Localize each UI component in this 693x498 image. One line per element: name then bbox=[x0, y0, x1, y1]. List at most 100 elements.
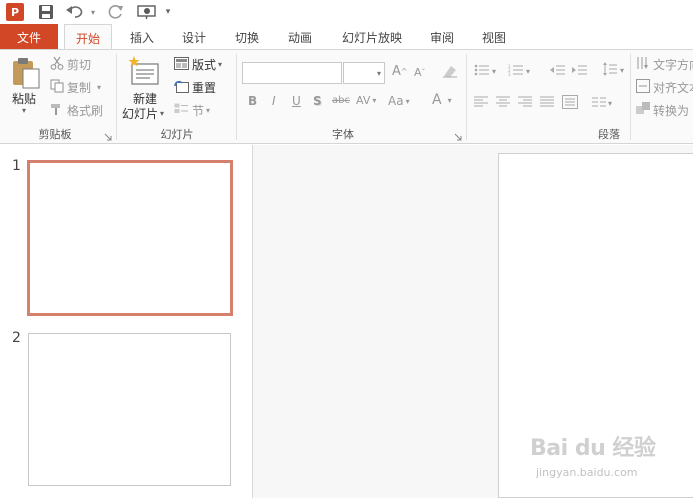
text-direction-label: 文字方向 bbox=[653, 58, 693, 72]
tab-insert[interactable]: 插入 bbox=[122, 24, 162, 50]
columns-button[interactable]: ▾ bbox=[592, 96, 612, 111]
cut-button[interactable]: 剪切 bbox=[50, 56, 91, 73]
watermark-logo: Bai du 经验 bbox=[530, 436, 656, 461]
numbering-button[interactable]: 123 ▾ bbox=[508, 64, 530, 79]
align-text-button[interactable]: 对齐文本 bbox=[636, 79, 693, 96]
slides-group-label: 幻灯片 bbox=[160, 128, 194, 141]
increase-indent-icon[interactable] bbox=[572, 64, 588, 76]
paste-dropdown-icon[interactable]: ▾ bbox=[22, 106, 26, 115]
shrink-font-button[interactable]: Aˇ bbox=[414, 66, 426, 79]
reset-button[interactable]: 重置 bbox=[174, 79, 216, 96]
layout-label: 版式 bbox=[192, 58, 217, 72]
shadow-button[interactable]: S bbox=[313, 94, 322, 108]
baidu-jingyan-watermark: Bai du 经验 jingyan.baidu.com bbox=[530, 430, 690, 490]
bullets-button[interactable]: ▾ bbox=[474, 64, 496, 79]
clipboard-launcher-icon[interactable] bbox=[104, 130, 112, 141]
undo-dropdown-icon[interactable]: ▾ bbox=[88, 2, 98, 22]
clipboard-group-label: 剪贴板 bbox=[38, 128, 72, 141]
slide-thumbnail-2[interactable] bbox=[28, 333, 231, 486]
tab-design[interactable]: 设计 bbox=[176, 24, 212, 50]
char-spacing-dropdown-icon: ▾ bbox=[372, 96, 377, 105]
smartart-icon bbox=[636, 102, 650, 119]
clear-formatting-icon[interactable] bbox=[442, 64, 458, 78]
italic-button[interactable]: I bbox=[272, 94, 276, 108]
tab-file[interactable]: 文件 bbox=[0, 24, 58, 50]
change-case-dropdown-icon: ▾ bbox=[405, 96, 410, 106]
shrink-font-caret-icon: ˇ bbox=[421, 68, 426, 77]
line-spacing-button[interactable]: ▾ bbox=[602, 62, 624, 79]
redo-icon[interactable] bbox=[106, 2, 126, 22]
font-size-dropdown-icon: ▾ bbox=[376, 68, 381, 78]
new-slide-button[interactable]: 幻灯片 ▾ bbox=[122, 105, 164, 122]
paste-icon[interactable] bbox=[10, 56, 42, 90]
align-left-icon[interactable] bbox=[474, 96, 488, 108]
justify-icon[interactable] bbox=[540, 96, 554, 108]
copy-icon bbox=[50, 79, 64, 96]
tab-transitions[interactable]: 切换 bbox=[228, 24, 266, 50]
paste-button[interactable]: 粘贴 bbox=[12, 90, 36, 107]
font-name-combo[interactable] bbox=[242, 62, 342, 84]
reset-label: 重置 bbox=[192, 81, 217, 95]
underline-button[interactable]: U bbox=[292, 94, 301, 108]
font-launcher-icon[interactable] bbox=[454, 130, 462, 141]
slide-number: 1 bbox=[12, 158, 21, 174]
paragraph-group-label: 段落 bbox=[598, 128, 620, 141]
reset-icon bbox=[174, 80, 189, 96]
new-slide-dropdown-icon: ▾ bbox=[160, 109, 165, 118]
line-spacing-dropdown-icon: ▾ bbox=[620, 66, 625, 75]
change-case-label: Aa bbox=[388, 94, 404, 108]
char-spacing-label: AV bbox=[356, 94, 371, 107]
cut-label: 剪切 bbox=[67, 58, 92, 72]
char-spacing-button[interactable]: AV ▾ bbox=[356, 94, 376, 107]
copy-dropdown-icon[interactable]: ▾ bbox=[97, 83, 101, 92]
copy-label: 复制 bbox=[67, 81, 92, 95]
copy-button[interactable]: 复制 ▾ bbox=[50, 79, 101, 96]
align-center-icon[interactable] bbox=[496, 96, 510, 108]
font-color-dropdown-icon: ▾ bbox=[447, 95, 452, 105]
quick-access-toolbar: P ▾ ▾ bbox=[0, 0, 693, 24]
format-painter-button[interactable]: 格式刷 bbox=[50, 102, 103, 119]
align-right-icon[interactable] bbox=[518, 96, 532, 108]
numbering-icon: 123 bbox=[508, 64, 524, 79]
text-direction-button[interactable]: 文字方向 bbox=[636, 56, 693, 73]
convert-smartart-label: 转换为 bbox=[653, 104, 690, 118]
font-size-combo[interactable]: ▾ bbox=[343, 62, 385, 84]
tab-slideshow[interactable]: 幻灯片放映 bbox=[336, 24, 408, 50]
customize-qat-icon[interactable]: ▾ bbox=[162, 2, 174, 22]
tab-home[interactable]: 开始 bbox=[64, 24, 112, 51]
grow-font-caret-icon: ^ bbox=[400, 67, 408, 76]
columns-icon bbox=[592, 96, 606, 111]
powerpoint-logo-icon[interactable]: P bbox=[6, 3, 24, 21]
tab-view[interactable]: 视图 bbox=[476, 24, 512, 50]
font-color-button[interactable]: A ▾ bbox=[432, 92, 452, 108]
layout-dropdown-icon: ▾ bbox=[218, 60, 223, 69]
section-button[interactable]: 节 ▾ bbox=[174, 102, 210, 119]
strikethrough-button[interactable]: abc bbox=[332, 95, 350, 106]
bullets-icon bbox=[474, 64, 490, 79]
font-group-label: 字体 bbox=[332, 128, 354, 141]
slide-thumbnail-1[interactable] bbox=[27, 160, 233, 316]
group-divider bbox=[116, 54, 117, 140]
decrease-indent-icon[interactable] bbox=[550, 64, 566, 76]
ribbon: 粘贴 ▾ 剪切 复制 ▾ 格式刷 剪贴板 新建 幻灯片 ▾ 版式 ▾ 重置 节 … bbox=[0, 50, 693, 144]
format-painter-label: 格式刷 bbox=[67, 104, 104, 118]
undo-icon[interactable] bbox=[64, 2, 86, 22]
distributed-icon[interactable] bbox=[562, 95, 578, 109]
group-divider bbox=[630, 54, 631, 140]
ribbon-tabs: 文件 开始 插入 设计 切换 动画 幻灯片放映 审阅 视图 bbox=[0, 24, 693, 51]
change-case-button[interactable]: Aa ▾ bbox=[388, 94, 410, 108]
tab-animations[interactable]: 动画 bbox=[282, 24, 318, 50]
group-divider bbox=[466, 54, 467, 140]
numbering-dropdown-icon: ▾ bbox=[526, 67, 531, 76]
grow-font-button[interactable]: A ^ bbox=[392, 64, 408, 79]
group-divider bbox=[236, 54, 237, 140]
align-text-label: 对齐文本 bbox=[653, 81, 693, 95]
convert-smartart-button[interactable]: 转换为 bbox=[636, 102, 689, 119]
bold-button[interactable]: B bbox=[248, 94, 257, 108]
start-from-beginning-icon[interactable] bbox=[136, 2, 158, 22]
tab-review[interactable]: 审阅 bbox=[424, 24, 460, 50]
save-icon[interactable] bbox=[36, 2, 56, 22]
new-slide-icon[interactable] bbox=[128, 56, 160, 86]
layout-button[interactable]: 版式 ▾ bbox=[174, 56, 222, 73]
columns-dropdown-icon: ▾ bbox=[608, 99, 613, 108]
